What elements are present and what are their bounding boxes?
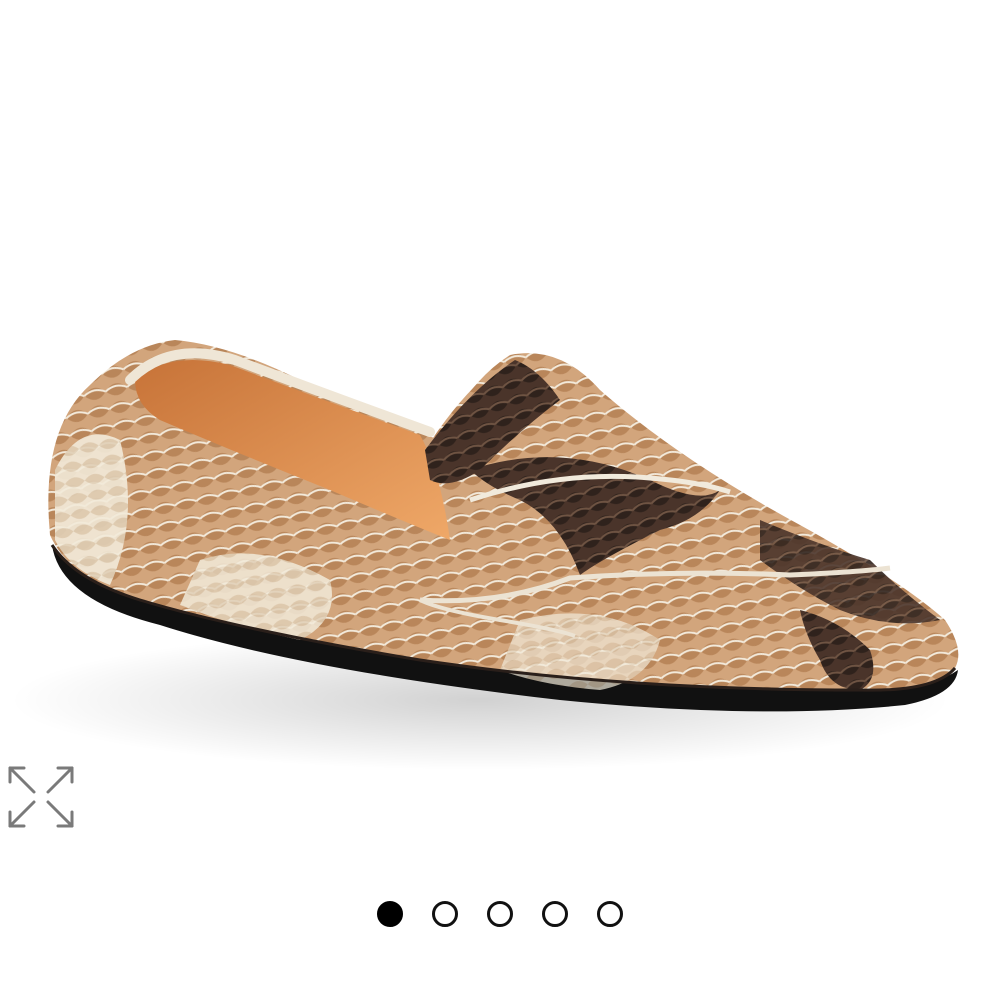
expand-arrows-icon — [8, 766, 74, 828]
carousel-dot-1[interactable] — [377, 901, 403, 927]
carousel-pagination — [0, 896, 1000, 932]
carousel-dot-2[interactable] — [432, 901, 458, 927]
carousel-dot-4[interactable] — [542, 901, 568, 927]
product-image[interactable] — [0, 0, 1000, 880]
product-image-gallery — [0, 0, 1000, 1000]
carousel-dot-5[interactable] — [597, 901, 623, 927]
expand-image-button[interactable] — [4, 762, 78, 832]
carousel-dot-3[interactable] — [487, 901, 513, 927]
loafer-illustration — [10, 340, 959, 770]
